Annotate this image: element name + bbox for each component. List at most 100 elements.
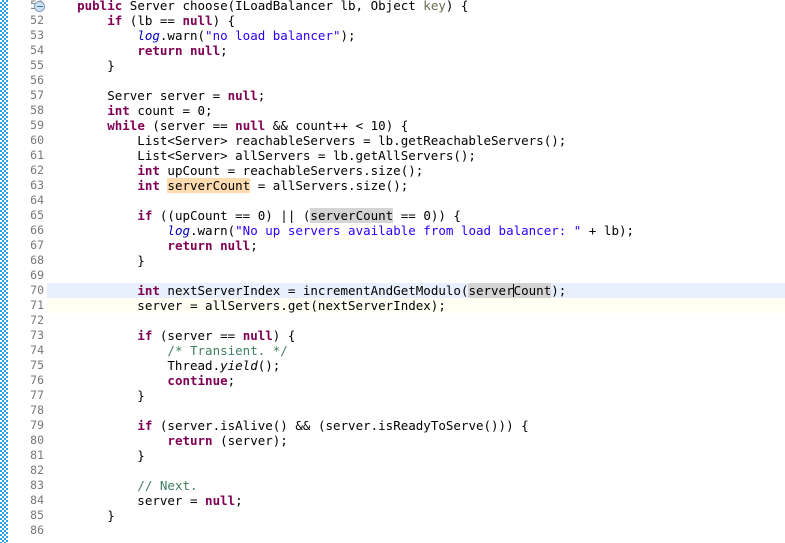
line-number: 68	[30, 253, 44, 267]
line-number: 59	[30, 118, 44, 132]
code-line[interactable]	[47, 313, 785, 328]
code-line[interactable]: }	[47, 508, 785, 523]
code-line-text: server = allServers.get(nextServerIndex)…	[47, 298, 446, 313]
line-number: 66	[30, 223, 44, 237]
code-line[interactable]: server = allServers.get(nextServerIndex)…	[47, 298, 785, 313]
code-line[interactable]	[47, 403, 785, 418]
line-number: 85	[30, 508, 44, 522]
code-line[interactable]: if (lb == null) {	[47, 13, 785, 28]
line-number: 53	[30, 28, 44, 42]
code-line[interactable]: int upCount = reachableServers.size();	[47, 163, 785, 178]
code-line[interactable]	[47, 193, 785, 208]
code-line-text: }	[47, 253, 145, 268]
code-line-text: // Next.	[137, 478, 198, 493]
code-line-text: if (lb == null) {	[107, 13, 236, 28]
code-line[interactable]	[47, 73, 785, 88]
code-line[interactable]: List<Server> allServers = lb.getAllServe…	[47, 148, 785, 163]
line-number: 63	[30, 178, 44, 192]
code-line-text: Server server = null;	[47, 88, 266, 103]
code-line[interactable]: int nextServerIndex = incrementAndGetMod…	[47, 283, 785, 298]
line-number: 79	[30, 418, 44, 432]
code-line-text: int nextServerIndex = incrementAndGetMod…	[137, 283, 567, 298]
code-line-text: if (server.isAlive() && (server.isReadyT…	[137, 418, 529, 433]
line-number: 75	[30, 358, 44, 372]
code-line[interactable]	[47, 268, 785, 283]
code-line-text: return null;	[137, 43, 228, 58]
code-line[interactable]: }	[47, 448, 785, 463]
code-line[interactable]: while (server == null && count++ < 10) {	[47, 118, 785, 133]
line-number: 84	[30, 493, 44, 507]
code-line-text: List<Server> reachableServers = lb.getRe…	[47, 133, 567, 148]
code-line-text: }	[47, 508, 115, 523]
code-line-text: if ((upCount == 0) || (serverCount == 0)…	[137, 208, 461, 223]
line-number: 64	[30, 193, 44, 207]
code-editor[interactable]: 5152535455565758596061626364656667686970…	[0, 0, 785, 543]
code-line[interactable]: }	[47, 58, 785, 73]
collapse-fold-icon[interactable]	[34, 1, 45, 12]
code-line[interactable]: List<Server> reachableServers = lb.getRe…	[47, 133, 785, 148]
code-line[interactable]: if ((upCount == 0) || (serverCount == 0)…	[47, 208, 785, 223]
code-line-text: /* Transient. */	[167, 343, 288, 358]
code-line[interactable]: if (server == null) {	[47, 328, 785, 343]
code-line-text: }	[47, 448, 145, 463]
line-number: 76	[30, 373, 44, 387]
line-number: 55	[30, 58, 44, 72]
code-line-text: server = null;	[47, 493, 243, 508]
line-number: 71	[30, 298, 44, 312]
line-number: 58	[30, 103, 44, 117]
line-number: 60	[30, 133, 44, 147]
code-line-text: continue;	[167, 373, 236, 388]
code-text-area[interactable]: public Server choose(ILoadBalancer lb, O…	[47, 0, 785, 543]
code-line-text: return (server);	[167, 433, 288, 448]
line-number: 73	[30, 328, 44, 342]
code-line[interactable]: return null;	[47, 238, 785, 253]
code-line-text: if (server == null) {	[137, 328, 296, 343]
code-line-text: int serverCount = allServers.size();	[137, 178, 409, 193]
code-line-text: }	[47, 58, 115, 73]
code-line[interactable]: }	[47, 388, 785, 403]
code-line[interactable]: log.warn("No up servers available from l…	[47, 223, 785, 238]
code-line[interactable]	[47, 463, 785, 478]
code-line[interactable]: /* Transient. */	[47, 343, 785, 358]
line-number: 72	[30, 313, 44, 327]
code-line-text: }	[47, 388, 145, 403]
code-line[interactable]: int serverCount = allServers.size();	[47, 178, 785, 193]
code-line-text: int count = 0;	[107, 103, 213, 118]
code-line[interactable]: Server server = null;	[47, 88, 785, 103]
code-line[interactable]: continue;	[47, 373, 785, 388]
code-line-text: log.warn("no load balancer");	[137, 28, 356, 43]
code-line[interactable]: public Server choose(ILoadBalancer lb, O…	[47, 0, 785, 13]
code-line[interactable]: }	[47, 253, 785, 268]
code-line-text: int upCount = reachableServers.size();	[137, 163, 424, 178]
line-number: 57	[30, 88, 44, 102]
code-line[interactable]: return (server);	[47, 433, 785, 448]
line-number: 67	[30, 238, 44, 252]
code-line[interactable]: // Next.	[47, 478, 785, 493]
line-number: 86	[30, 523, 44, 537]
code-line[interactable]: if (server.isAlive() && (server.isReadyT…	[47, 418, 785, 433]
line-number: 82	[30, 463, 44, 477]
code-line[interactable]: server = null;	[47, 493, 785, 508]
code-line-text: Thread.yield();	[47, 358, 281, 373]
code-line[interactable]: Thread.yield();	[47, 358, 785, 373]
code-line-text: public Server choose(ILoadBalancer lb, O…	[77, 0, 469, 13]
line-number-gutter[interactable]: 5152535455565758596061626364656667686970…	[8, 0, 46, 543]
line-number: 80	[30, 433, 44, 447]
line-number: 74	[30, 343, 44, 357]
line-number: 52	[30, 13, 44, 27]
line-number: 69	[30, 268, 44, 282]
code-line[interactable]: int count = 0;	[47, 103, 785, 118]
line-number: 61	[30, 148, 44, 162]
code-line-text: log.warn("No up servers available from l…	[167, 223, 635, 238]
code-line-text: List<Server> allServers = lb.getAllServe…	[47, 148, 476, 163]
line-number: 70	[30, 283, 44, 297]
line-number: 65	[30, 208, 44, 222]
line-number: 62	[30, 163, 44, 177]
code-line-text: return null;	[167, 238, 258, 253]
code-line[interactable]: log.warn("no load balancer");	[47, 28, 785, 43]
line-number: 56	[30, 73, 44, 87]
line-number: 77	[30, 388, 44, 402]
line-number: 54	[30, 43, 44, 57]
code-line[interactable]: return null;	[47, 43, 785, 58]
code-line[interactable]	[47, 523, 785, 538]
